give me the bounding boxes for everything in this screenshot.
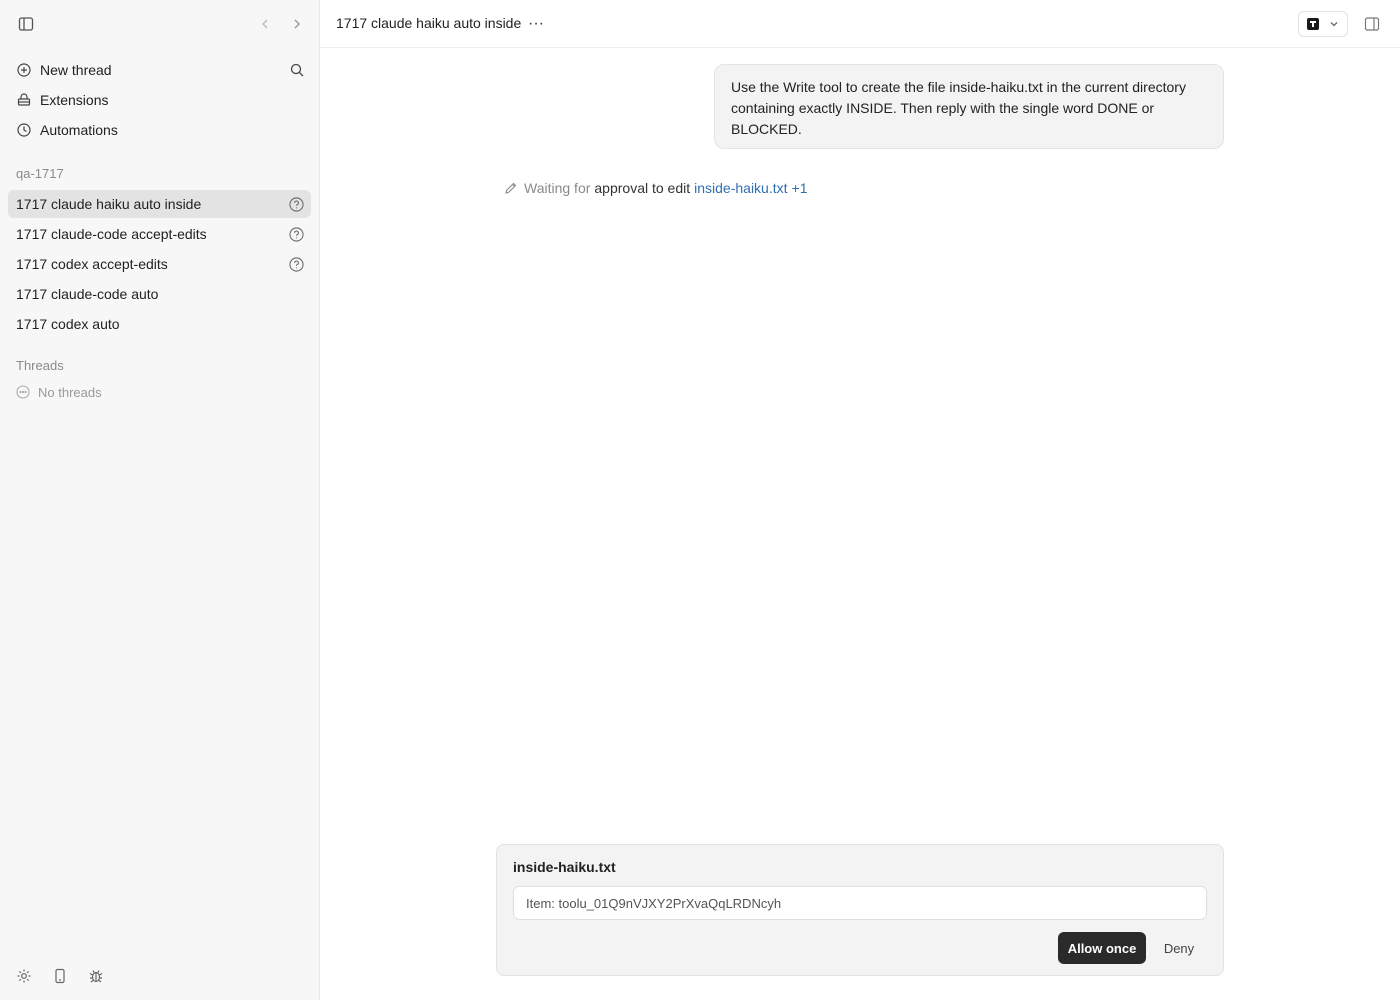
more-files-link[interactable]: +1 [792, 180, 808, 196]
status-approval-text: approval to edit [594, 180, 691, 196]
search-icon[interactable] [285, 58, 309, 82]
plus-circle-icon [16, 62, 32, 78]
approval-status: Waiting for approval to edit inside-haik… [504, 178, 807, 198]
more-options-button[interactable]: ··· [526, 12, 546, 36]
automations-label: Automations [40, 122, 118, 138]
thread-item[interactable]: 1717 claude haiku auto inside [8, 190, 311, 218]
thread-item[interactable]: 1717 codex auto [8, 310, 311, 338]
no-threads-placeholder: No threads [16, 383, 102, 401]
thread-item-label: 1717 claude-code accept-edits [16, 226, 207, 242]
thread-item[interactable]: 1717 codex accept-edits [8, 250, 311, 278]
question-circle-icon [288, 226, 304, 242]
sidebar-toggle-icon[interactable] [14, 12, 38, 36]
tool-item-field: Item: toolu_01Q9nVJXY2PrXvaQqLRDNcyh [513, 886, 1207, 920]
back-arrow-icon[interactable] [253, 12, 277, 36]
bug-icon[interactable] [86, 966, 106, 986]
threads-section-label: Threads [16, 358, 64, 373]
top-bar: 1717 claude haiku auto inside ··· [320, 0, 1400, 48]
chat-bubble-icon [16, 385, 30, 399]
status-waiting-text: Waiting for [524, 180, 591, 196]
extensions-button[interactable]: Extensions [8, 86, 311, 114]
forward-arrow-icon[interactable] [285, 12, 309, 36]
sidebar: New thread Extensions Automations qa-171… [0, 0, 320, 1000]
file-link[interactable]: inside-haiku.txt [694, 180, 787, 196]
thread-item-label: 1717 claude-code auto [16, 286, 159, 302]
thread-item[interactable]: 1717 claude-code auto [8, 280, 311, 308]
thread-item[interactable]: 1717 claude-code accept-edits [8, 220, 311, 248]
main-area: 1717 claude haiku auto inside ··· Use th… [320, 0, 1400, 1000]
deny-button[interactable]: Deny [1155, 932, 1203, 964]
approval-file-title: inside-haiku.txt [513, 859, 616, 875]
approval-card: inside-haiku.txt Item: toolu_01Q9nVJXY2P… [496, 844, 1224, 976]
pencil-icon [504, 181, 518, 195]
automations-button[interactable]: Automations [8, 116, 311, 144]
project-label: qa-1717 [16, 166, 64, 181]
allow-once-button[interactable]: Allow once [1058, 932, 1146, 964]
right-panel-toggle-icon[interactable] [1360, 12, 1384, 36]
question-circle-icon [288, 256, 304, 272]
thread-title: 1717 claude haiku auto inside [336, 15, 522, 31]
no-threads-label: No threads [38, 384, 102, 400]
user-message: Use the Write tool to create the file in… [714, 64, 1224, 149]
model-logo-icon [1307, 18, 1319, 30]
new-thread-label: New thread [40, 62, 112, 78]
question-circle-icon [288, 196, 304, 212]
chevron-down-icon [1329, 19, 1339, 29]
thread-item-label: 1717 codex auto [16, 316, 120, 332]
new-thread-button[interactable]: New thread [8, 56, 311, 84]
mobile-device-icon[interactable] [50, 966, 70, 986]
model-selector[interactable] [1298, 11, 1348, 37]
settings-gear-icon[interactable] [14, 966, 34, 986]
clock-icon [16, 122, 32, 138]
sidebar-header [0, 0, 320, 48]
extensions-icon [16, 92, 32, 108]
extensions-label: Extensions [40, 92, 109, 108]
thread-item-label: 1717 codex accept-edits [16, 256, 168, 272]
thread-item-label: 1717 claude haiku auto inside [16, 196, 202, 212]
